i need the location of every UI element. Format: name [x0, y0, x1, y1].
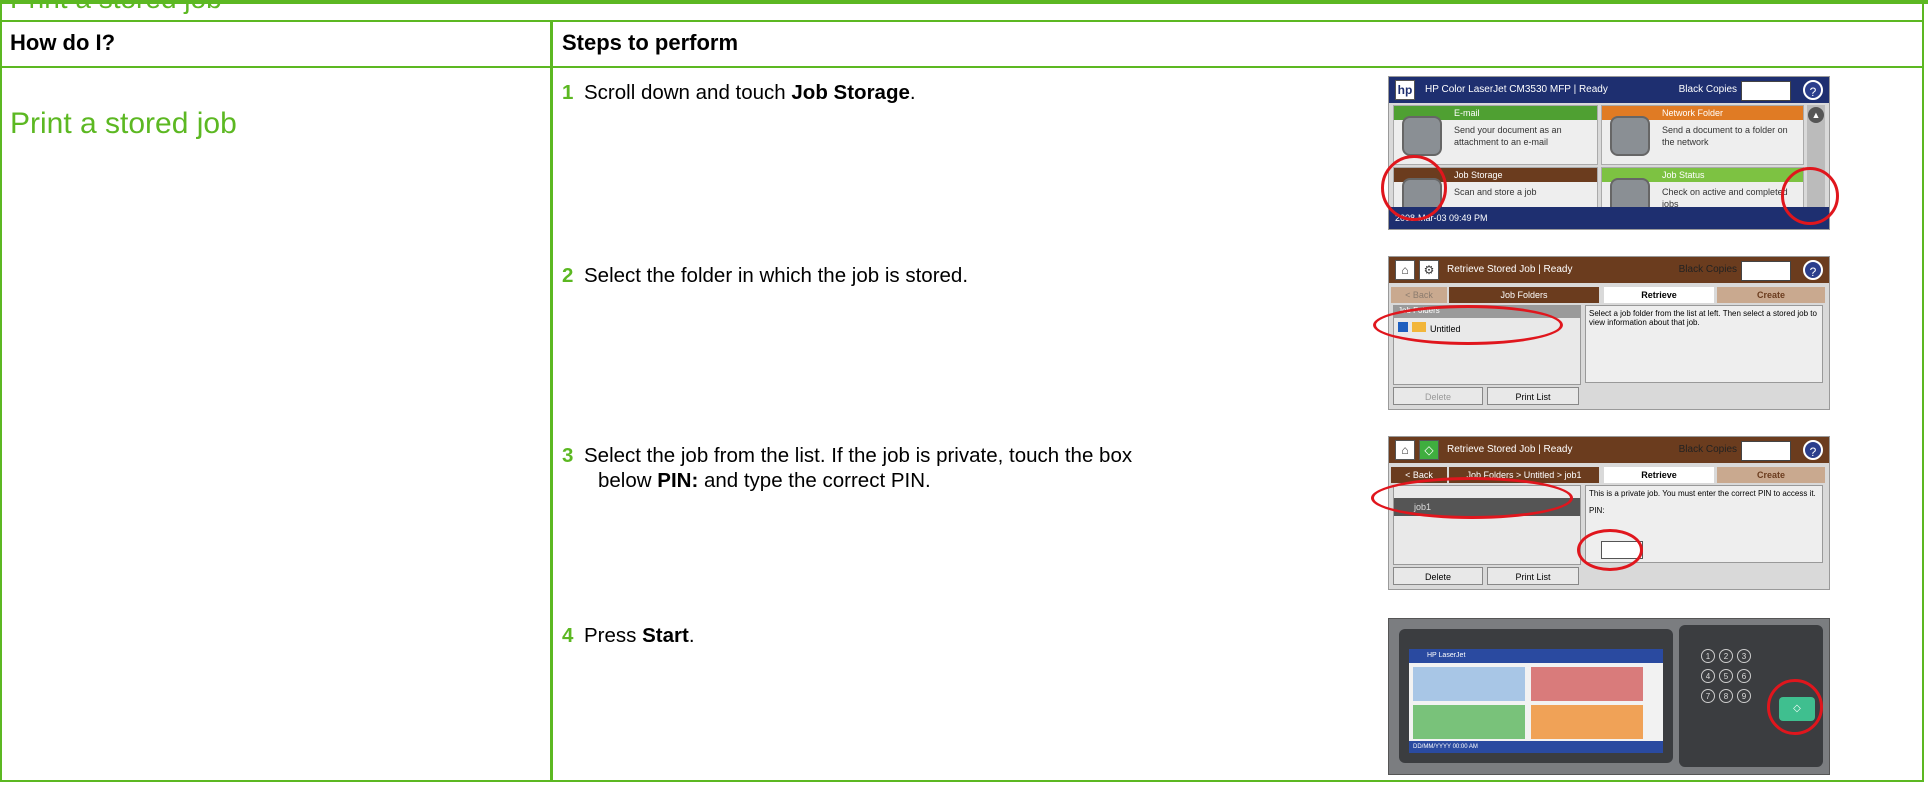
annotation-circle-folder: [1373, 305, 1563, 345]
tab-retrieve: Retrieve: [1604, 467, 1714, 483]
tab-retrieve: Retrieve: [1604, 287, 1714, 303]
step-bold-text: Start: [642, 624, 689, 647]
email-icon: [1402, 116, 1442, 156]
task-title: Print a stored job: [10, 107, 237, 140]
step-text: Scroll down and touch: [584, 81, 792, 104]
step-3: 3 Select the job from the list. If the jo…: [562, 443, 1262, 493]
tab-job-folders: Job Folders: [1449, 287, 1599, 303]
step-2: 2 Select the folder in which the job is s…: [562, 263, 1262, 288]
annotation-circle-start: [1767, 679, 1823, 735]
step-number: 1: [562, 81, 574, 104]
screen-titlebar: hp HP Color LaserJet CM3530 MFP | Ready …: [1389, 77, 1829, 103]
help-icon: ?: [1803, 440, 1823, 460]
tab-back: < Back: [1391, 287, 1447, 303]
settings-icon: ⚙: [1419, 260, 1439, 280]
tile-copy: [1413, 667, 1525, 701]
start-icon: ◇: [1419, 440, 1439, 460]
column-divider: [550, 20, 553, 782]
copies-label: Black Copies: [1678, 84, 1737, 95]
copies-label: Black Copies: [1678, 444, 1737, 455]
copies-box: [1741, 441, 1791, 461]
copies-label: Black Copies: [1678, 264, 1737, 275]
step-text: below: [598, 469, 658, 492]
step-1: 1 Scroll down and touch Job Storage.: [562, 80, 1262, 105]
step-text-end: .: [909, 81, 916, 104]
key-3: 3: [1737, 649, 1751, 663]
step-text-line2: below PIN: and type the correct PIN.: [562, 468, 1262, 493]
help-icon: ?: [1803, 80, 1823, 100]
header-how-do-i: How do I?: [10, 30, 116, 55]
key-8: 8: [1719, 689, 1733, 703]
tab-create: Create: [1717, 287, 1825, 303]
tab-create: Create: [1717, 467, 1825, 483]
step-bold-text: Job Storage: [791, 81, 910, 104]
key-2: 2: [1719, 649, 1733, 663]
photo-control-panel: HP LaserJet DD/MM/YYYY 00:00 AM 1 2 3 4 …: [1388, 618, 1830, 775]
tile-folder: [1531, 705, 1643, 739]
step-4: 4 Press Start.: [562, 623, 1262, 648]
key-4: 4: [1701, 669, 1715, 683]
print-list-button: Print List: [1487, 567, 1579, 585]
screen-title: HP LaserJet: [1409, 649, 1663, 663]
copies-box: [1741, 261, 1791, 281]
step-number: 2: [562, 264, 574, 287]
tile-fax: [1531, 667, 1643, 701]
info-text: Select a job folder from the list at lef…: [1585, 305, 1823, 383]
display-screen: HP LaserJet DD/MM/YYYY 00:00 AM: [1409, 649, 1663, 753]
help-icon: ?: [1803, 260, 1823, 280]
copies-box: [1741, 81, 1791, 101]
step-text: Press: [584, 624, 643, 647]
print-list-button: Print List: [1487, 387, 1579, 405]
header-steps: Steps to perform: [562, 30, 739, 55]
step-text: Select the folder in which the job is st…: [584, 264, 969, 287]
tile-email: [1413, 705, 1525, 739]
annotation-circle-pin: [1577, 529, 1643, 571]
screenshot-home-screen: hp HP Color LaserJet CM3530 MFP | Ready …: [1381, 76, 1839, 230]
key-5: 5: [1719, 669, 1733, 683]
step-number: 3: [562, 444, 574, 467]
annotation-circle-job: [1371, 477, 1573, 519]
screen-titlebar: ⌂ ⚙ Retrieve Stored Job | Ready Black Co…: [1389, 257, 1829, 283]
screen-titlebar: ⌂ ◇ Retrieve Stored Job | Ready Black Co…: [1389, 437, 1829, 463]
step-text-end: .: [688, 624, 695, 647]
home-icon: ⌂: [1395, 440, 1415, 460]
annotation-circle-scroll-down: [1781, 167, 1839, 225]
screen-title: HP Color LaserJet CM3530 MFP | Ready: [1425, 84, 1608, 95]
folder-icon: [1610, 116, 1650, 156]
tile-network-folder: Network Folder Send a document to a fold…: [1601, 105, 1804, 165]
step-text: Select the job from the list. If the job…: [584, 444, 1133, 467]
home-icon: ⌂: [1395, 260, 1415, 280]
key-6: 6: [1737, 669, 1751, 683]
status-bar: 2008-Mar-03 09:49 PM: [1389, 207, 1829, 229]
info-text: This is a private job. You must enter th…: [1589, 489, 1816, 498]
pin-label: PIN:: [1589, 506, 1605, 515]
screenshot-retrieve-job: ⌂ ◇ Retrieve Stored Job | Ready Black Co…: [1371, 436, 1830, 590]
table-header-row: [2, 20, 1924, 68]
key-1: 1: [1701, 649, 1715, 663]
annotation-circle-job-storage: [1381, 155, 1447, 221]
screen-title: Retrieve Stored Job | Ready: [1447, 264, 1573, 275]
delete-button: Delete: [1393, 387, 1483, 405]
key-9: 9: [1737, 689, 1751, 703]
step-text-end: and type the correct PIN.: [698, 469, 931, 492]
screenshot-retrieve-folders: ⌂ ⚙ Retrieve Stored Job | Ready Black Co…: [1373, 256, 1830, 410]
key-7: 7: [1701, 689, 1715, 703]
step-number: 4: [562, 624, 574, 647]
scroll-up-icon: ▲: [1808, 107, 1824, 123]
screen-title: Retrieve Stored Job | Ready: [1447, 444, 1573, 455]
hp-logo-icon: hp: [1395, 80, 1415, 100]
delete-button: Delete: [1393, 567, 1483, 585]
step-bold-text: PIN:: [657, 469, 699, 492]
status-bar: DD/MM/YYYY 00:00 AM: [1409, 741, 1663, 753]
display-bezel: HP LaserJet DD/MM/YYYY 00:00 AM: [1399, 629, 1673, 763]
